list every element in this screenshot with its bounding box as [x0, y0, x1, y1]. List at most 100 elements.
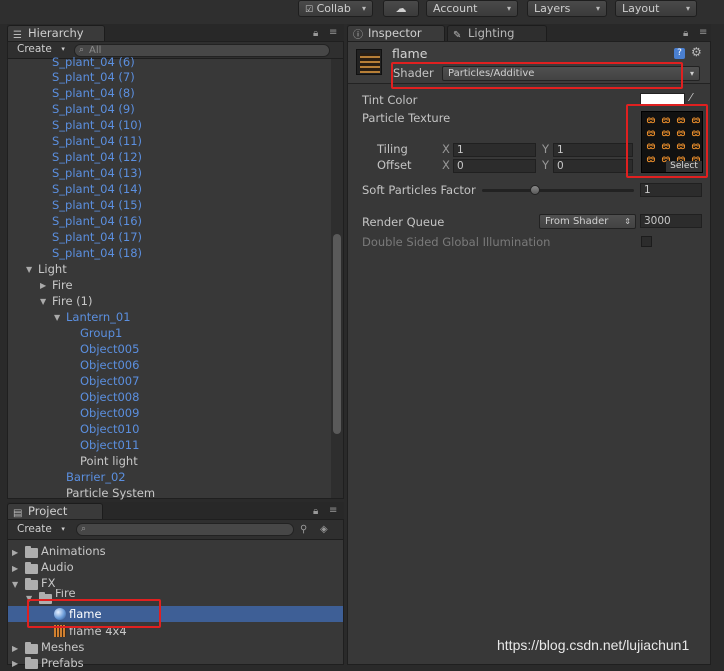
tree-row[interactable]: S_plant_04 (18) — [52, 245, 142, 261]
render-queue-mode-dropdown[interactable]: From Shader ⇕ — [539, 214, 636, 229]
project-search-input[interactable]: ⌕ — [76, 523, 294, 536]
expand-arrow-icon[interactable]: ▼ — [40, 297, 46, 306]
tree-row[interactable]: S_plant_04 (14) — [52, 181, 142, 197]
project-item[interactable]: Meshes — [41, 639, 84, 655]
tree-row[interactable]: S_plant_04 (17) — [52, 229, 142, 245]
offset-x-label: X — [442, 158, 450, 172]
tree-row[interactable]: S_plant_04 (16) — [52, 213, 142, 229]
lock-icon[interactable]: 🔒︎ — [683, 28, 688, 39]
tree-row[interactable]: S_plant_04 (12) — [52, 149, 142, 165]
gear-icon[interactable]: ⚙ — [691, 45, 702, 59]
tree-row[interactable]: Object005 — [80, 341, 139, 357]
check-icon: ☑ — [305, 5, 314, 15]
render-queue-field[interactable]: 3000 — [640, 214, 702, 228]
eyedropper-icon[interactable]: ⁄ — [690, 91, 692, 104]
dropdown-arrow-icon: ▾ — [61, 525, 65, 533]
hierarchy-tabstrip: ☰ Hierarchy 🔒︎ ≡ — [7, 24, 344, 42]
expand-arrow-icon[interactable]: ▼ — [54, 313, 60, 322]
tiling-y-field[interactable]: 1 — [553, 143, 633, 157]
project-item[interactable]: Animations — [41, 543, 106, 559]
layout-button[interactable]: Layout ▾ — [615, 0, 697, 17]
tree-row[interactable]: Barrier_02 — [66, 469, 126, 485]
account-button[interactable]: Account ▾ — [426, 0, 518, 17]
panel-menu-icon[interactable]: ≡ — [699, 27, 707, 38]
project-subbar: Create ▾ ⌕ ⚲ ◈ — [8, 520, 343, 540]
tree-row[interactable]: Point light — [80, 453, 138, 469]
hierarchy-scrollbar[interactable] — [331, 59, 343, 498]
project-tabstrip: ▤ Project 🔒︎ ≡ — [7, 502, 344, 520]
project-panel: Create ▾ ⌕ ⚲ ◈ ▶ Animations ▶ Audio ▼ FX… — [7, 519, 344, 670]
lock-icon[interactable]: 🔒︎ — [313, 28, 318, 39]
tree-row[interactable]: Object011 — [80, 437, 139, 453]
scrollbar-thumb[interactable] — [333, 234, 341, 434]
tab-project[interactable]: ▤ Project — [7, 503, 103, 520]
project-item[interactable]: Audio — [41, 559, 74, 575]
layers-button[interactable]: Layers ▾ — [527, 0, 607, 17]
soft-particles-slider-thumb[interactable] — [530, 185, 540, 195]
collapse-arrow-icon[interactable]: ▶ — [40, 281, 46, 290]
shader-highlight-box — [391, 62, 683, 89]
double-sided-gi-label: Double Sided Global Illumination — [362, 235, 551, 249]
tree-row[interactable]: Object006 — [80, 357, 139, 373]
tree-row[interactable]: Fire (1) — [52, 293, 92, 309]
folder-icon — [25, 642, 38, 654]
project-item[interactable]: FX — [41, 575, 56, 591]
tree-row[interactable]: S_plant_04 (9) — [52, 101, 135, 117]
project-item[interactable]: Fire — [55, 589, 76, 599]
tree-row[interactable]: Lantern_01 — [66, 309, 131, 325]
collapse-arrow-icon[interactable]: ▶ — [12, 564, 18, 573]
collapse-arrow-icon[interactable]: ▶ — [12, 659, 18, 668]
inspector-tabstrip: ⓘ Inspector ✎ Lighting 🔒︎ ≡ — [347, 24, 711, 42]
folder-icon — [25, 657, 38, 669]
soft-particles-field[interactable]: 1 — [640, 183, 702, 197]
tree-row[interactable]: S_plant_04 (11) — [52, 133, 142, 149]
tree-row[interactable]: S_plant_04 (13) — [52, 165, 142, 181]
dropdown-arrow-icon: ▾ — [685, 4, 690, 13]
tree-row[interactable]: Object010 — [80, 421, 139, 437]
soft-particles-slider-track[interactable] — [482, 189, 634, 192]
tree-row[interactable]: Object007 — [80, 373, 139, 389]
stepper-arrows-icon: ⇕ — [624, 217, 631, 226]
offset-y-field[interactable]: 0 — [553, 159, 633, 173]
collapse-arrow-icon[interactable]: ▶ — [12, 644, 18, 653]
dropdown-arrow-icon: ▾ — [595, 4, 600, 13]
tree-row[interactable]: S_plant_04 (15) — [52, 197, 142, 213]
tab-hierarchy[interactable]: ☰ Hierarchy — [7, 25, 105, 42]
collab-button[interactable]: ☑ Collab ▾ — [298, 0, 373, 17]
tree-row[interactable]: Group1 — [80, 325, 122, 341]
panel-menu-icon[interactable]: ≡ — [329, 27, 337, 38]
tree-row[interactable]: Fire — [52, 277, 73, 293]
panel-menu-icon[interactable]: ≡ — [329, 505, 337, 516]
folder-icon — [25, 562, 38, 574]
filter-by-label-icon[interactable]: ◈ — [320, 524, 328, 535]
project-create-button[interactable]: Create ▾ — [12, 523, 70, 537]
soft-particles-label: Soft Particles Factor — [362, 183, 476, 197]
cloud-button[interactable]: ☁ — [383, 0, 419, 17]
tab-inspector[interactable]: ⓘ Inspector — [347, 25, 445, 42]
tiling-y-label: Y — [542, 142, 550, 156]
collapse-arrow-icon[interactable]: ▶ — [12, 548, 18, 557]
tree-row[interactable]: S_plant_04 (7) — [52, 69, 135, 85]
hierarchy-panel: Create ▾ ⌕ All S_plant_04 (6) S_plant_04… — [7, 41, 344, 501]
tab-lighting[interactable]: ✎ Lighting — [447, 25, 547, 42]
tree-row[interactable]: Particle System — [66, 485, 155, 501]
double-sided-gi-checkbox[interactable] — [641, 236, 652, 247]
folder-icon — [25, 578, 38, 590]
lock-icon[interactable]: 🔒︎ — [313, 506, 318, 517]
tree-row[interactable]: Object009 — [80, 405, 139, 421]
tint-color-label: Tint Color — [362, 93, 418, 107]
tiling-x-field[interactable]: 1 — [453, 143, 536, 157]
tree-row[interactable]: S_plant_04 (8) — [52, 85, 135, 101]
tree-row[interactable]: S_plant_04 (10) — [52, 117, 142, 133]
expand-arrow-icon[interactable]: ▼ — [12, 580, 18, 589]
tree-row[interactable]: Object008 — [80, 389, 139, 405]
offset-y-label: Y — [542, 158, 550, 172]
expand-arrow-icon[interactable]: ▼ — [26, 265, 32, 274]
material-preview-icon — [356, 49, 382, 75]
project-item[interactable]: Prefabs — [41, 655, 84, 671]
tree-row[interactable]: S_plant_04 (6) — [52, 54, 135, 70]
help-icon[interactable]: ? — [674, 48, 685, 59]
filter-by-type-icon[interactable]: ⚲ — [300, 524, 307, 535]
tree-row[interactable]: Light — [38, 261, 67, 277]
offset-x-field[interactable]: 0 — [453, 159, 536, 173]
